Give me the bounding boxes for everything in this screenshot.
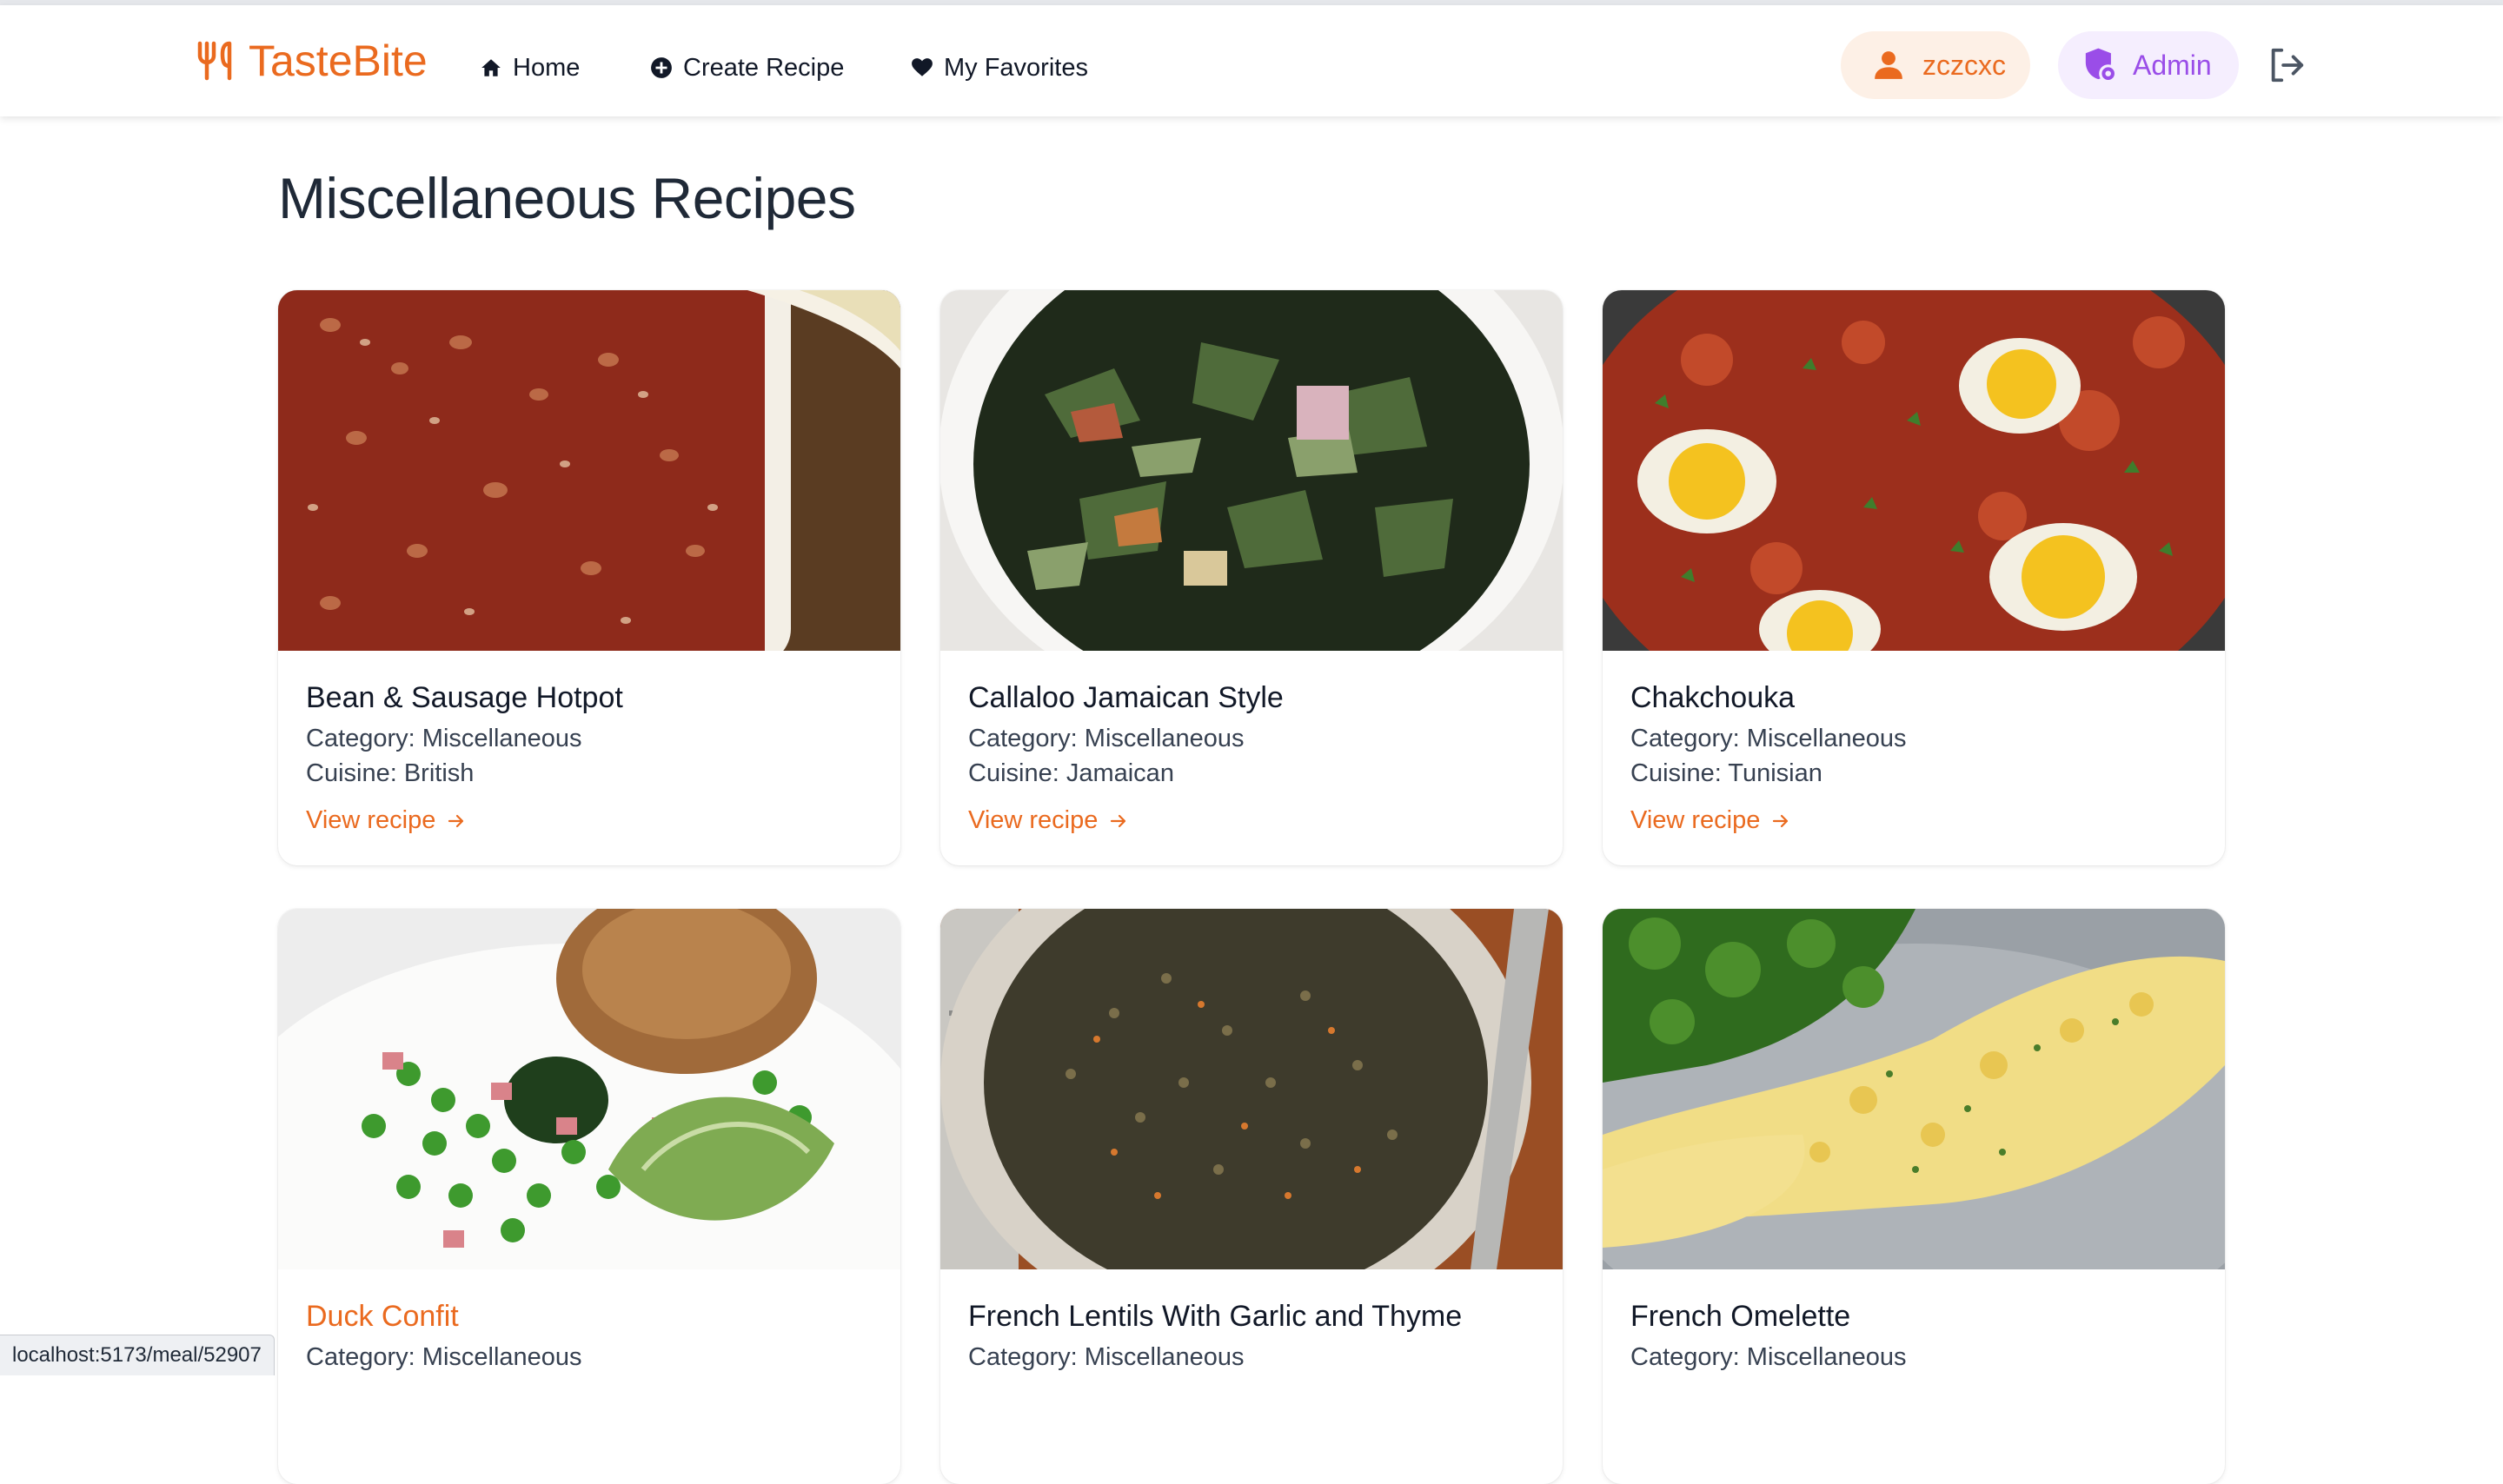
view-recipe-link[interactable]: View recipe — [968, 806, 1129, 835]
recipe-category: Category: Miscellaneous — [306, 1343, 582, 1371]
recipe-title[interactable]: Callaloo Jamaican Style — [968, 681, 1284, 715]
recipe-cuisine: Cuisine: Jamaican — [968, 759, 1174, 787]
recipe-image — [940, 909, 1563, 1269]
recipe-cuisine: Cuisine: Tunisian — [1630, 759, 1822, 787]
page-title: Miscellaneous Recipes — [278, 166, 856, 230]
view-recipe-link[interactable]: View recipe — [1630, 806, 1791, 835]
recipe-image — [940, 290, 1563, 651]
view-recipe-label: View recipe — [306, 806, 436, 834]
recipe-title[interactable]: Bean & Sausage Hotpot — [306, 681, 623, 715]
recipe-category: Category: Miscellaneous — [306, 725, 582, 752]
recipe-image — [1603, 909, 2225, 1269]
nav-my-favorites-label: My Favorites — [944, 53, 1088, 82]
view-recipe-label: View recipe — [968, 806, 1099, 834]
admin-label: Admin — [2133, 49, 2212, 81]
admin-button[interactable]: Admin — [2058, 31, 2239, 99]
arrow-right-icon — [1773, 814, 1789, 827]
recipe-cuisine: Cuisine: British — [306, 759, 475, 787]
plus-circle-icon — [651, 57, 672, 78]
nav-my-favorites[interactable]: My Favorites — [911, 50, 1088, 85]
heart-icon — [912, 58, 933, 76]
recipe-title[interactable]: Duck Confit — [306, 1300, 459, 1334]
username: zczcxc — [1922, 49, 2006, 81]
user-profile-button[interactable]: zczcxc — [1841, 31, 2030, 99]
view-recipe-link[interactable]: View recipe — [306, 806, 467, 835]
brand-logo[interactable]: TasteBite — [196, 35, 428, 87]
view-recipe-label: View recipe — [1630, 806, 1761, 834]
nav-create-recipe-label: Create Recipe — [683, 53, 845, 82]
top-navbar: TasteBite Home Create Recipe My Favorite… — [0, 5, 2503, 116]
recipe-card[interactable]: French Lentils With Garlic and Thyme Cat… — [940, 909, 1563, 1484]
link-preview-url: localhost:5173/meal/52907 — [0, 1335, 275, 1375]
nav-home[interactable]: Home — [480, 50, 580, 85]
user-icon — [1875, 51, 1902, 79]
recipe-card[interactable]: Bean & Sausage Hotpot Category: Miscella… — [278, 290, 900, 865]
logout-icon — [2271, 48, 2304, 83]
recipe-title[interactable]: French Lentils With Garlic and Thyme — [968, 1300, 1462, 1334]
brand-name: TasteBite — [249, 36, 428, 85]
recipe-image — [1603, 290, 2225, 651]
recipe-title[interactable]: French Omelette — [1630, 1300, 1850, 1334]
recipe-card[interactable]: Duck Confit Category: Miscellaneous — [278, 909, 900, 1484]
recipe-card[interactable]: Callaloo Jamaican Style Category: Miscel… — [940, 290, 1563, 865]
arrow-right-icon — [1111, 814, 1126, 827]
recipe-category: Category: Miscellaneous — [1630, 725, 1907, 752]
recipe-image — [278, 909, 900, 1269]
utensils-icon — [197, 41, 232, 81]
logout-button[interactable] — [2267, 45, 2307, 85]
nav-create-recipe[interactable]: Create Recipe — [650, 50, 844, 85]
recipe-card[interactable]: French Omelette Category: Miscellaneous — [1603, 909, 2225, 1484]
recipe-title[interactable]: Chakchouka — [1630, 681, 1795, 715]
recipe-image — [278, 290, 900, 651]
nav-home-label: Home — [513, 53, 581, 82]
recipe-card[interactable]: Chakchouka Category: Miscellaneous Cuisi… — [1603, 290, 2225, 865]
recipe-category: Category: Miscellaneous — [968, 1343, 1245, 1371]
shield-icon — [2085, 48, 2117, 83]
arrow-right-icon — [448, 814, 464, 827]
recipe-category: Category: Miscellaneous — [1630, 1343, 1907, 1371]
recipe-category: Category: Miscellaneous — [968, 725, 1245, 752]
home-icon — [481, 59, 501, 76]
